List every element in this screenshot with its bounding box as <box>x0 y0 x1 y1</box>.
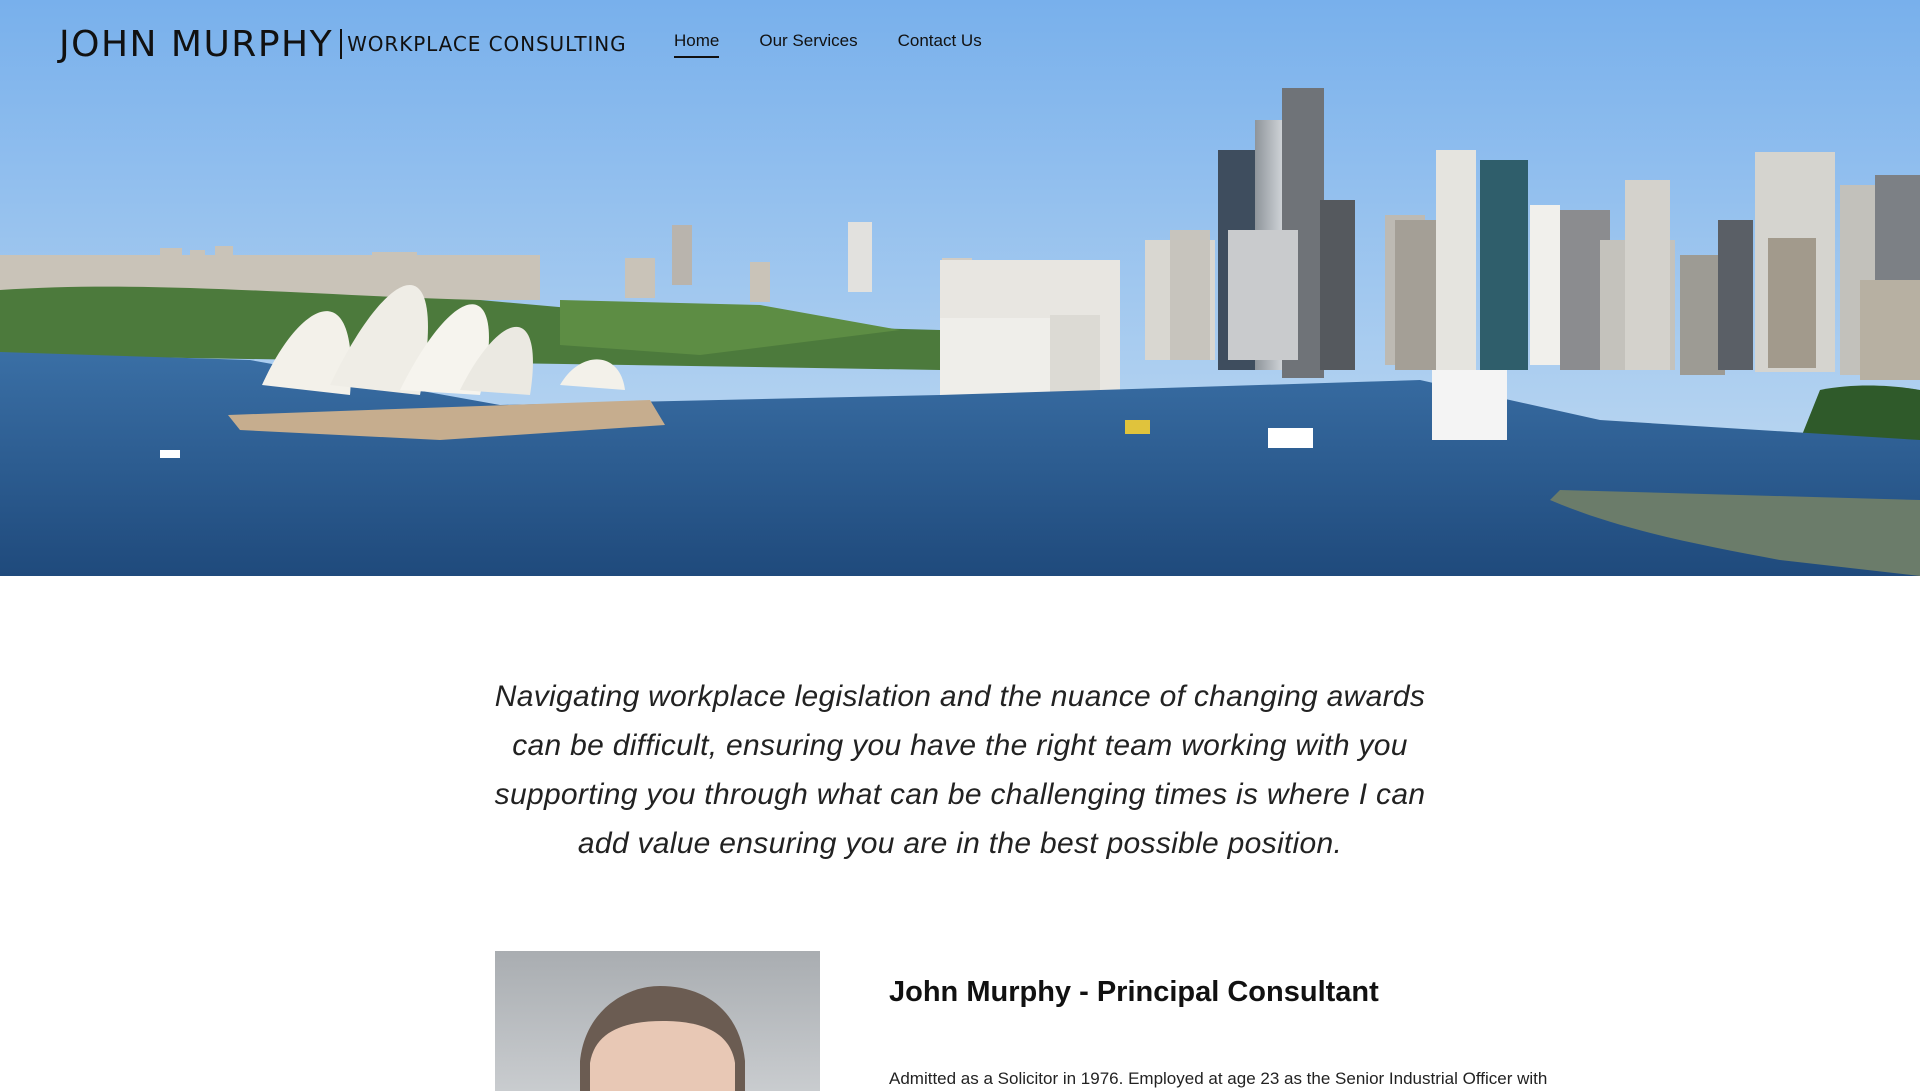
nav-our-services[interactable]: Our Services <box>759 31 857 58</box>
john-murphy-portrait <box>495 951 820 1091</box>
intro-quote: Navigating workplace legislation and the… <box>494 680 1426 860</box>
portrait-image <box>495 951 820 1091</box>
nav-home[interactable]: Home <box>674 31 720 58</box>
site-logo[interactable]: JOHN MURPHY WORKPLACE CONSULTING <box>59 22 627 66</box>
site-header: JOHN MURPHY WORKPLACE CONSULTING Home Ou… <box>0 0 1920 90</box>
brand-divider <box>340 29 343 59</box>
brand-subtitle: WORKPLACE CONSULTING <box>347 32 627 56</box>
main-nav: Home Our Services Contact Us <box>674 31 982 58</box>
profile-bio: Admitted as a Solicitor in 1976. Employe… <box>889 1069 1548 1088</box>
profile-heading: John Murphy - Principal Consultant <box>889 976 1379 1009</box>
brand-name: JOHN MURPHY <box>59 23 334 65</box>
nav-contact-us[interactable]: Contact Us <box>898 31 982 58</box>
